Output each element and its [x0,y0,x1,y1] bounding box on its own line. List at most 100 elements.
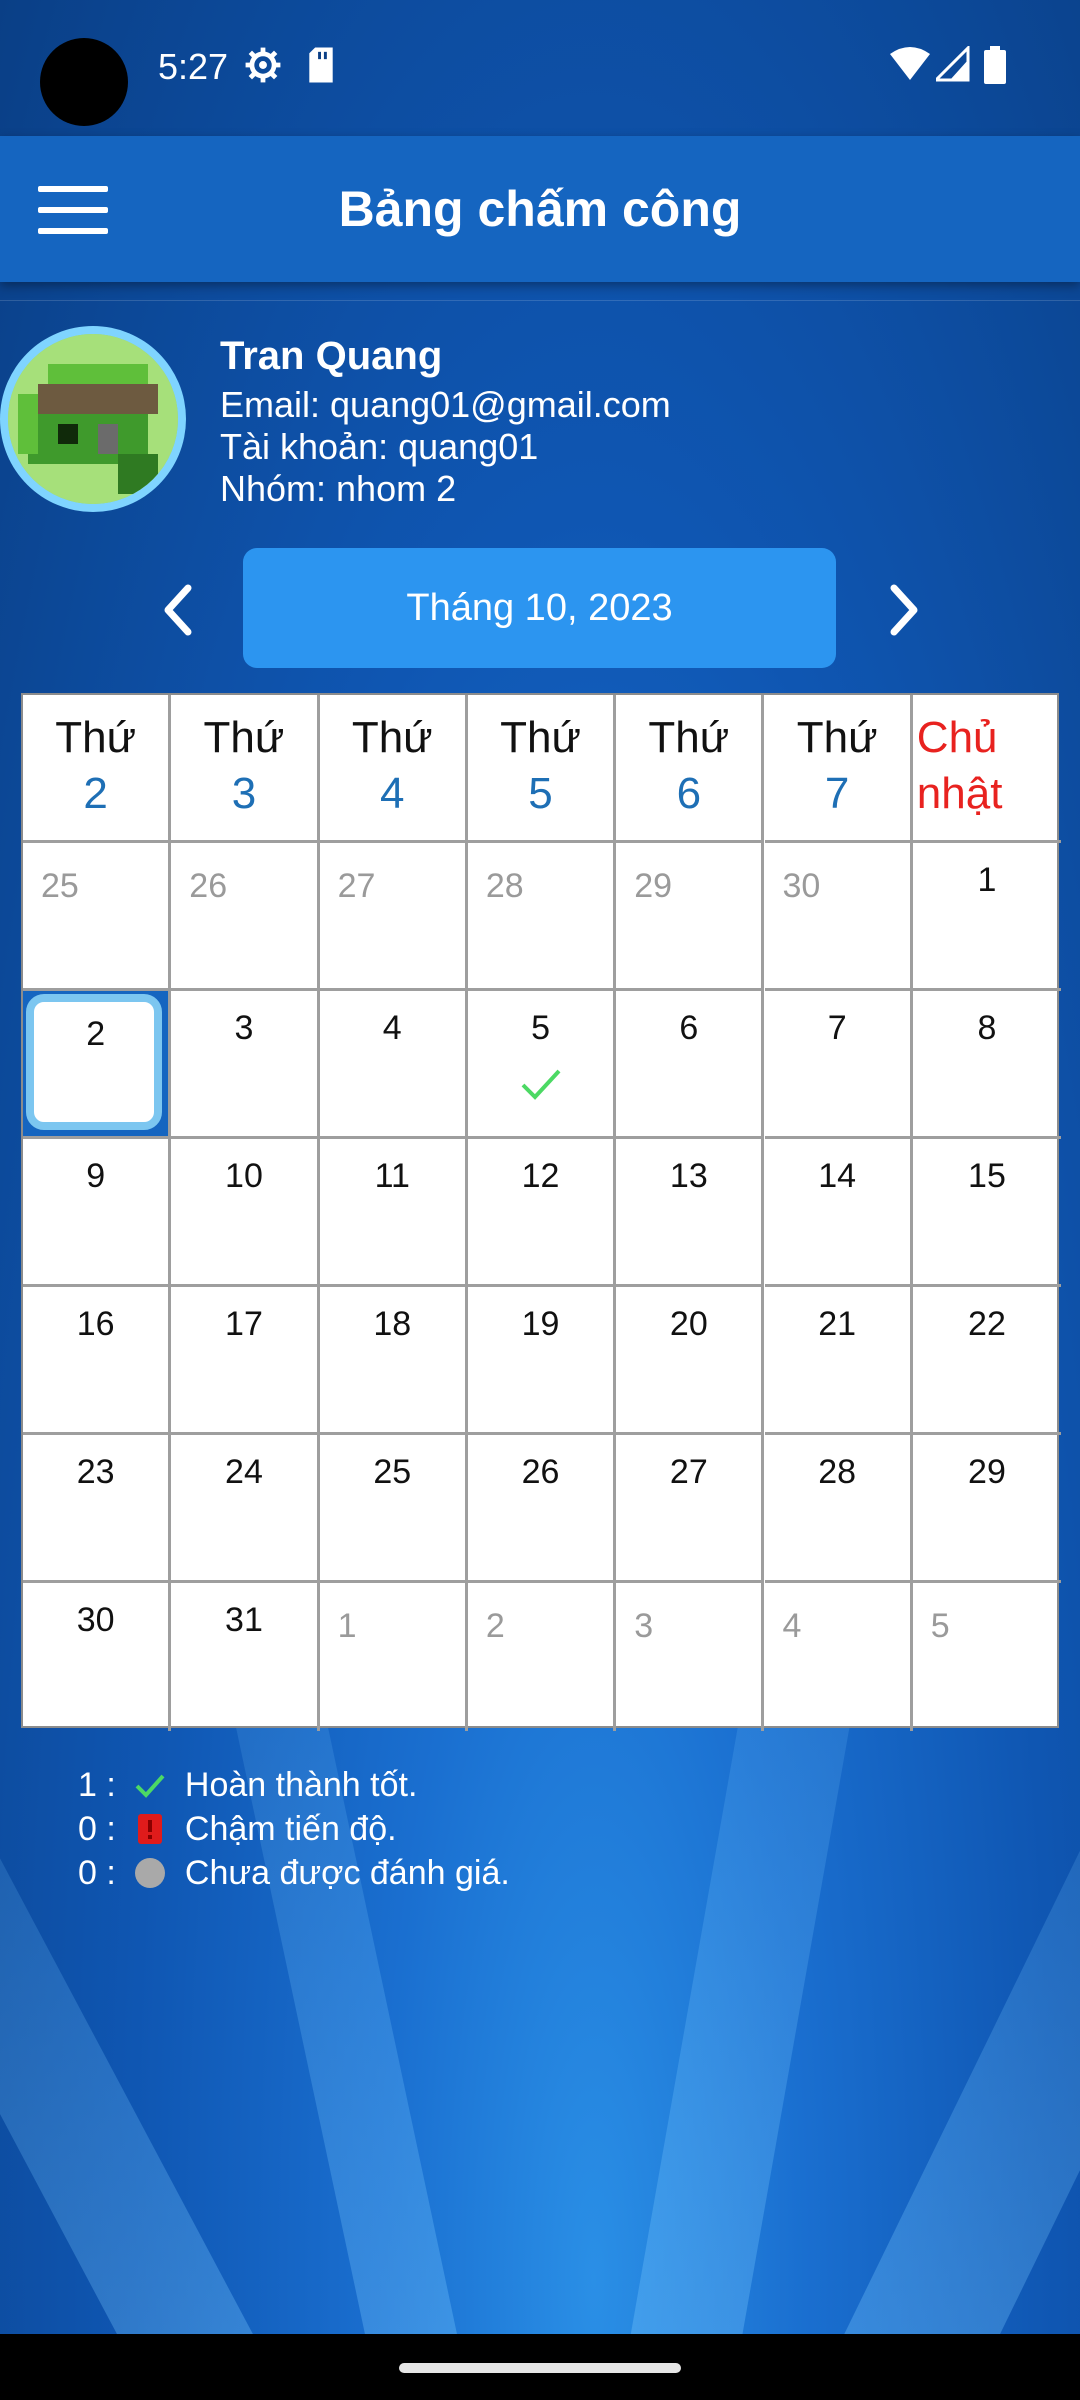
weekday-header: Thứ 3 [171,695,320,843]
calendar-day[interactable]: 11 [319,1139,468,1287]
calendar-day[interactable]: 6 [616,991,765,1139]
chevron-left-icon[interactable] [150,580,210,640]
weekday-header: Thứ 6 [616,695,765,843]
weekday-header: Chủ nhật [912,695,1062,843]
calendar-day[interactable]: 17 [171,1287,320,1435]
legend-count: 0 : [78,1810,116,1848]
day-number: 29 [634,867,673,905]
legend-item-unrated: 0 : Chưa được đánh giá. [78,1854,510,1893]
calendar-day[interactable]: 22 [912,1287,1062,1435]
day-number: 29 [968,1453,1006,1491]
legend-item-good: 1 : Hoàn thành tốt. [78,1766,417,1805]
day-number: 25 [373,1453,412,1491]
sd-card-icon [309,47,333,83]
day-number: 12 [521,1157,560,1195]
weekday-label: Thứ [796,713,878,762]
day-number: 30 [782,867,821,905]
calendar-day[interactable]: 3 [616,1583,765,1731]
settings-icon [245,47,281,83]
calendar-day[interactable]: 2 [23,991,172,1139]
user-account: Tài khoản: quang01 [220,426,539,467]
calendar-day[interactable]: 30 [23,1583,172,1731]
calendar-day[interactable]: 4 [765,1583,913,1731]
legend-label: Chưa được đánh giá. [184,1854,510,1892]
weekday-label: Thứ [648,713,730,762]
calendar-day[interactable]: 3 [171,991,320,1139]
day-number: 11 [374,1157,410,1195]
weekday-number: 2 [83,769,108,818]
month-selector-button[interactable]: Tháng 10, 2023 [243,548,836,668]
calendar-day[interactable]: 1 [320,1583,468,1731]
day-number: 7 [827,1009,847,1047]
legend-label: Hoàn thành tốt. [184,1766,418,1804]
day-number: 1 [977,861,997,899]
wifi-icon [890,47,930,80]
day-number: 2 [485,1607,505,1645]
calendar-day[interactable]: 19 [467,1287,617,1435]
calendar-day[interactable]: 31 [171,1583,320,1731]
home-gesture-handle[interactable] [399,2363,681,2373]
day-number: 23 [76,1453,115,1491]
calendar-day[interactable]: 29 [912,1435,1062,1583]
day-number: 16 [76,1305,115,1343]
calendar-day[interactable]: 12 [467,1139,617,1287]
calendar-day[interactable]: 25 [319,1435,468,1583]
calendar-day[interactable]: 4 [319,991,468,1139]
day-number: 30 [76,1601,115,1639]
day-number: 4 [382,1009,402,1047]
day-number: 6 [679,1009,699,1047]
calendar-day[interactable]: 15 [912,1139,1062,1287]
calendar-day[interactable]: 9 [23,1139,172,1287]
weekday-label: Thứ [351,713,433,762]
day-number: 3 [234,1009,254,1047]
calendar-day[interactable]: 5 [913,1583,1061,1731]
calendar-day[interactable]: 10 [171,1139,320,1287]
day-number: 17 [225,1305,263,1343]
status-bar: 5:27 [0,0,1080,136]
calendar-day[interactable]: 2 [468,1583,617,1731]
calendar-day[interactable]: 21 [764,1287,913,1435]
day-number: 25 [41,867,79,905]
legend-label: Chậm tiến độ. [184,1810,397,1848]
day-number: 21 [818,1305,857,1343]
battery-icon [984,46,1006,84]
calendar-day[interactable]: 26 [171,843,320,991]
user-group: Nhóm: nhom 2 [220,468,457,509]
calendar-day[interactable]: 23 [23,1435,172,1583]
calendar-day[interactable]: 24 [171,1435,320,1583]
calendar-day[interactable]: 13 [616,1139,765,1287]
calendar-day[interactable]: 30 [764,843,913,991]
calendar-day[interactable]: 14 [764,1139,913,1287]
day-number: 9 [86,1157,106,1195]
weekday-label: Thứ [500,713,581,762]
day-number: 20 [669,1305,708,1343]
day-number: 4 [782,1607,802,1645]
calendar-day[interactable]: 8 [912,991,1062,1139]
weekday-header: Thứ 2 [23,695,172,843]
calendar-day[interactable]: 18 [319,1287,468,1435]
calendar-day[interactable]: 16 [23,1287,172,1435]
calendar-day[interactable]: 5 [467,991,617,1139]
calendar-day[interactable]: 28 [764,1435,913,1583]
page-title: Bảng chấm công [338,181,742,237]
calendar-day[interactable]: 29 [616,843,765,991]
signal-icon [936,46,970,82]
legend-count: 0 : [78,1854,116,1892]
avatar [0,326,186,512]
chevron-right-icon[interactable] [872,580,932,640]
app-bar: Bảng chấm công [0,136,1080,282]
weekday-label: Thứ [203,713,285,762]
calendar-day[interactable]: 1 [912,843,1062,991]
calendar-day[interactable]: 28 [467,843,617,991]
user-name: Tran Quang [220,334,443,378]
calendar-day[interactable]: 26 [467,1435,617,1583]
day-number: 31 [225,1601,263,1639]
weekday-number: 7 [824,769,850,818]
day-number: 13 [669,1157,708,1195]
calendar-day[interactable]: 27 [319,843,468,991]
calendar-day[interactable]: 7 [764,991,913,1139]
calendar-day[interactable]: 20 [616,1287,765,1435]
calendar-day[interactable]: 27 [616,1435,765,1583]
day-number: 3 [634,1607,654,1645]
calendar-day[interactable]: 25 [23,843,172,991]
